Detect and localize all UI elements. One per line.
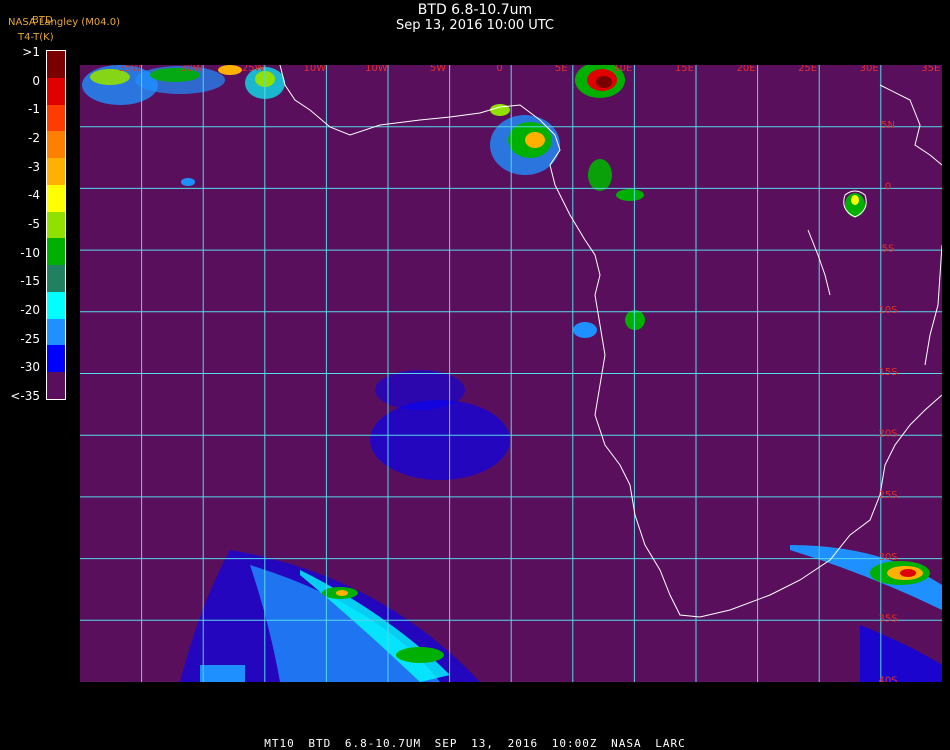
longitude-label: 5E: [555, 65, 568, 74]
longitude-label: 10E: [613, 65, 632, 74]
legend-label: -15: [20, 274, 40, 289]
legend-label: <-35: [10, 389, 40, 403]
map-canvas: 35W 30W 25W 10W 10W 5W 0 5E 10E 15E 20E 25E 30E 35E 5N…: [80, 65, 942, 682]
legend-swatch: [47, 265, 65, 292]
graticule: [80, 65, 942, 682]
longitude-label: 20E: [736, 65, 755, 74]
legend-swatch: [47, 131, 65, 159]
footer-caption: MT10 BTD 6.8-10.7UM SEP 13, 2016 10:00Z …: [264, 737, 686, 750]
legend-swatch: [47, 238, 65, 266]
latitude-label: 25S: [878, 490, 897, 501]
africa-coastline: [279, 65, 942, 618]
legend-swatch: [47, 184, 65, 212]
chart-title: BTD 6.8-10.7um: [417, 2, 533, 18]
legend-label: -5: [28, 217, 40, 231]
legend-swatch: [47, 372, 65, 399]
longitude-label: 10W: [303, 65, 326, 74]
legend-label: -10: [20, 245, 40, 260]
latitude-label: 0: [885, 182, 891, 193]
legend-label: -30: [20, 360, 40, 375]
chart-timestamp: Sep 13, 2016 10:00 UTC: [395, 18, 555, 33]
legend-label: 0: [32, 73, 40, 88]
longitude-label: 5W: [430, 65, 446, 74]
latitude-label: 5N: [881, 120, 895, 131]
legend-swatch: [47, 158, 65, 185]
legend-label: -1: [28, 102, 40, 117]
credit-btd: BTD: [32, 15, 53, 26]
legend-label: >1: [22, 45, 40, 59]
longitude-label: 25W: [242, 65, 265, 74]
title-block: BTD 6.8-10.7um Sep 13, 2016 10:00 UTC: [0, 2, 950, 33]
legend-swatch: [47, 104, 65, 132]
madagascar-outline: [924, 244, 942, 366]
longitude-label: 35E: [921, 65, 940, 74]
longitude-label: 10W: [365, 65, 388, 74]
legend-swatch: [47, 318, 65, 346]
legend-label: -2: [28, 131, 40, 145]
longitude-label: 30W: [180, 65, 203, 74]
credit-units: T4-T(K): [18, 32, 54, 43]
latitude-label: 40S: [878, 675, 897, 682]
color-legend: [46, 50, 66, 400]
legend-swatch: [47, 77, 65, 105]
legend-swatch: [47, 291, 65, 319]
longitude-label: 35W: [119, 65, 142, 74]
legend-label: -25: [20, 331, 40, 346]
latitude-label: 35S: [878, 614, 897, 625]
legend-label: -4: [28, 188, 40, 203]
longitude-label: 15E: [675, 65, 694, 74]
legend-swatch: [47, 211, 65, 239]
credit-org: NASA Langley (M04.0): [8, 17, 120, 28]
longitude-label: 0: [496, 65, 502, 74]
latitude-label: 5S: [882, 243, 895, 254]
latitude-label: 10S: [878, 305, 897, 316]
longitude-label: 25E: [798, 65, 817, 74]
legend-swatch: [47, 345, 65, 373]
legend-label: -3: [28, 159, 40, 174]
longitude-label: 30E: [860, 65, 879, 74]
satellite-map: 35W 30W 25W 10W 10W 5W 0 5E 10E 15E 20E 25E 30E 35E 5N…: [80, 65, 942, 682]
legend-swatch: [47, 51, 65, 78]
latitude-label: 30S: [878, 552, 897, 563]
latitude-label: 20S: [878, 429, 897, 440]
latitude-label: 15S: [878, 367, 897, 378]
legend-label: -20: [20, 303, 40, 317]
